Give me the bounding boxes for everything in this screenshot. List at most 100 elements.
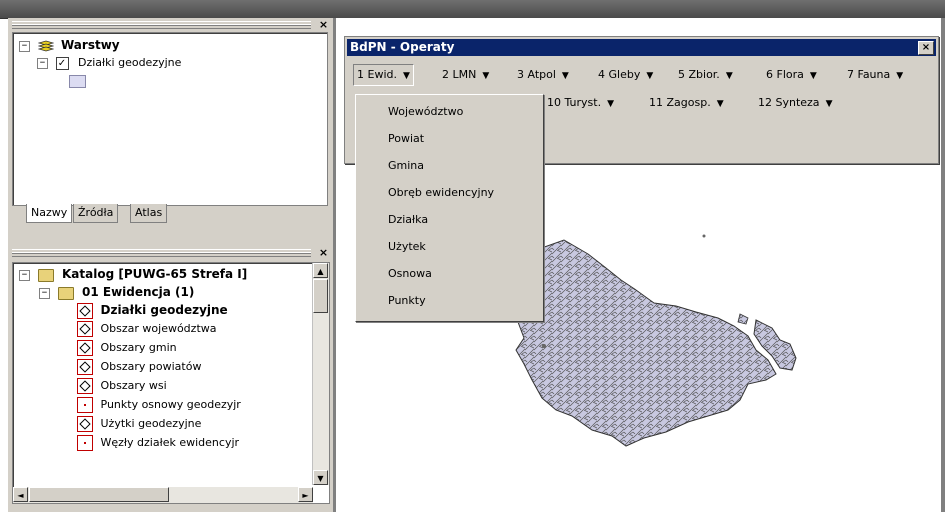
menu-ewid[interactable]: 1 Ewid. ▼ [353,64,414,86]
menu-zbior[interactable]: 5 Zbior. ▼ [678,65,733,85]
dropdown-arrow-icon: ▼ [561,71,569,81]
menu-label: 4 Gleby [598,68,641,81]
menu-fauna[interactable]: 7 Fauna ▼ [847,65,903,85]
menu-flora[interactable]: 6 Flora ▼ [766,65,817,85]
dropdown-item-powiat[interactable]: Powiat [388,126,424,152]
menu-label: 3 Atpol [517,68,556,81]
catalog-item-label: Działki geodezyjne [100,303,228,317]
collapse-toggle-icon[interactable]: − [19,269,30,281]
grip-lines [12,249,311,257]
point-layer-icon [77,435,93,451]
menu-zagosp[interactable]: 11 Zagosp. ▼ [649,93,724,113]
collapse-toggle-icon[interactable]: − [19,40,30,52]
layers-panel-grip[interactable]: × [8,18,333,32]
catalog-item[interactable]: Działki geodezyjne [77,301,228,319]
catalog-folder-ewidencja[interactable]: − 01 Ewidencja (1) [39,283,194,301]
catalog-root[interactable]: − Katalog [PUWG-65 Strefa I] [19,265,247,283]
catalog-item[interactable]: Obszary powiatów [77,358,201,376]
menu-label: 7 Fauna [847,68,891,81]
ewid-dropdown-menu[interactable]: Województwo Powiat Gmina Obręb ewidencyj… [355,94,544,322]
left-dock: × − Warstwy − ✓ Działki geodezyjne Nazwy… [8,18,333,512]
polygon-layer-icon [77,340,93,356]
map-parcels-fragment [737,313,749,325]
collapse-toggle-icon[interactable]: − [37,57,48,69]
dropdown-item-obreb[interactable]: Obręb ewidencyjny [388,180,494,206]
scroll-thumb[interactable] [313,279,328,313]
dropdown-item-uzytek[interactable]: Użytek [388,234,426,260]
map-view[interactable]: BdPN - Operaty × 1 Ewid. ▼ 2 LMN ▼ 3 Atpol… [336,18,945,512]
dropdown-arrow-icon: ▼ [896,71,904,81]
tab-nazwy[interactable]: Nazwy [26,204,73,223]
catalog-item[interactable]: Obszary gmin [77,339,177,357]
dropdown-arrow-icon: ▼ [646,71,654,81]
scroll-up-button[interactable]: ▲ [313,263,328,278]
window-close-button[interactable]: × [918,41,934,55]
dropdown-item-dzialka[interactable]: Działka [388,207,428,233]
scroll-left-button[interactable]: ◄ [13,487,28,502]
dropdown-item-gmina[interactable]: Gmina [388,153,424,179]
dropdown-arrow-icon: ▼ [725,71,733,81]
window-title-bar[interactable]: BdPN - Operaty × [347,39,936,56]
dropdown-arrow-icon: ▼ [716,99,724,109]
collapse-toggle-icon[interactable]: − [39,287,50,299]
catalog-item-label: Obszary wsi [100,379,167,392]
tree-layer-dzialki[interactable]: − ✓ Działki geodezyjne [37,54,181,72]
catalog-vertical-scrollbar[interactable]: ▲ ▼ [312,263,329,485]
layer-symbol-swatch[interactable] [69,75,86,88]
catalog-panel-close-button[interactable]: × [318,247,329,258]
catalog-item[interactable]: Obszary wsi [77,377,167,395]
layers-panel-close-button[interactable]: × [318,19,329,30]
menu-label: 12 Synteza [758,96,820,109]
window-title: BdPN - Operaty [350,40,455,54]
catalog-item-label: Węzły działek ewidencyjr [100,436,240,449]
point-layer-icon [77,397,93,413]
tab-zrodla[interactable]: Źródła [73,204,119,223]
menu-label: 6 Flora [766,68,804,81]
layers-tabs: Nazwy Źródła Atlas [12,204,328,226]
menu-label: 2 LMN [442,68,477,81]
tree-root-warstwy[interactable]: − Warstwy [19,36,120,54]
dropdown-item-punkty[interactable]: Punkty [388,288,426,314]
catalog-item-label: Obszar województwa [100,322,217,335]
layers-tree[interactable]: − Warstwy − ✓ Działki geodezyjne [12,32,328,206]
scroll-right-button[interactable]: ► [298,487,313,502]
dropdown-item-osnowa[interactable]: Osnowa [388,261,432,287]
dropdown-arrow-icon: ▼ [825,99,833,109]
folder-label: 01 Ewidencja (1) [82,285,195,299]
dropdown-arrow-icon: ▼ [607,99,615,109]
menu-atpol[interactable]: 3 Atpol ▼ [517,65,569,85]
polygon-layer-icon [77,359,93,375]
menu-turyst[interactable]: 10 Turyst. ▼ [547,93,614,113]
catalog-horizontal-scrollbar[interactable]: ◄ ► [13,487,313,503]
map-point [542,344,546,348]
tab-atlas[interactable]: Atlas [130,204,168,223]
menu-label: 5 Zbior. [678,68,720,81]
polygon-layer-icon [77,303,93,319]
map-point [702,234,706,238]
folder-open-icon [57,286,74,300]
map-parcels-area [513,239,777,447]
window-right-border [941,18,945,512]
catalog-item[interactable]: Węzły działek ewidencyjr [77,434,239,452]
menu-label: 11 Zagosp. [649,96,711,109]
catalog-item[interactable]: Obszar województwa [77,320,217,338]
menu-gleby[interactable]: 4 Gleby ▼ [598,65,653,85]
grip-lines [12,21,311,29]
scroll-thumb-horizontal[interactable] [29,487,169,502]
catalog-panel-grip[interactable]: × [8,246,333,260]
catalog-item[interactable]: Punkty osnowy geodezyjr [77,396,241,414]
catalog-root-label: Katalog [PUWG-65 Strefa I] [62,267,248,281]
scroll-down-button[interactable]: ▼ [313,470,328,485]
catalog-item-label: Obszary gmin [100,341,177,354]
layer-visibility-checkbox[interactable]: ✓ [55,56,69,70]
top-window-bar [0,0,945,19]
catalog-item-label: Punkty osnowy geodezyjr [100,398,241,411]
menu-lmn[interactable]: 2 LMN ▼ [442,65,489,85]
catalog-tree[interactable]: − Katalog [PUWG-65 Strefa I] − 01 Ewiden… [12,262,330,504]
catalog-item[interactable]: Użytki geodezyjne [77,415,201,433]
dropdown-arrow-icon: ▼ [809,71,817,81]
layer-label: Działki geodezyjne [78,56,182,69]
dropdown-arrow-icon: ▼ [482,71,490,81]
dropdown-item-wojewodztwo[interactable]: Województwo [388,99,463,125]
menu-synteza[interactable]: 12 Synteza ▼ [758,93,832,113]
